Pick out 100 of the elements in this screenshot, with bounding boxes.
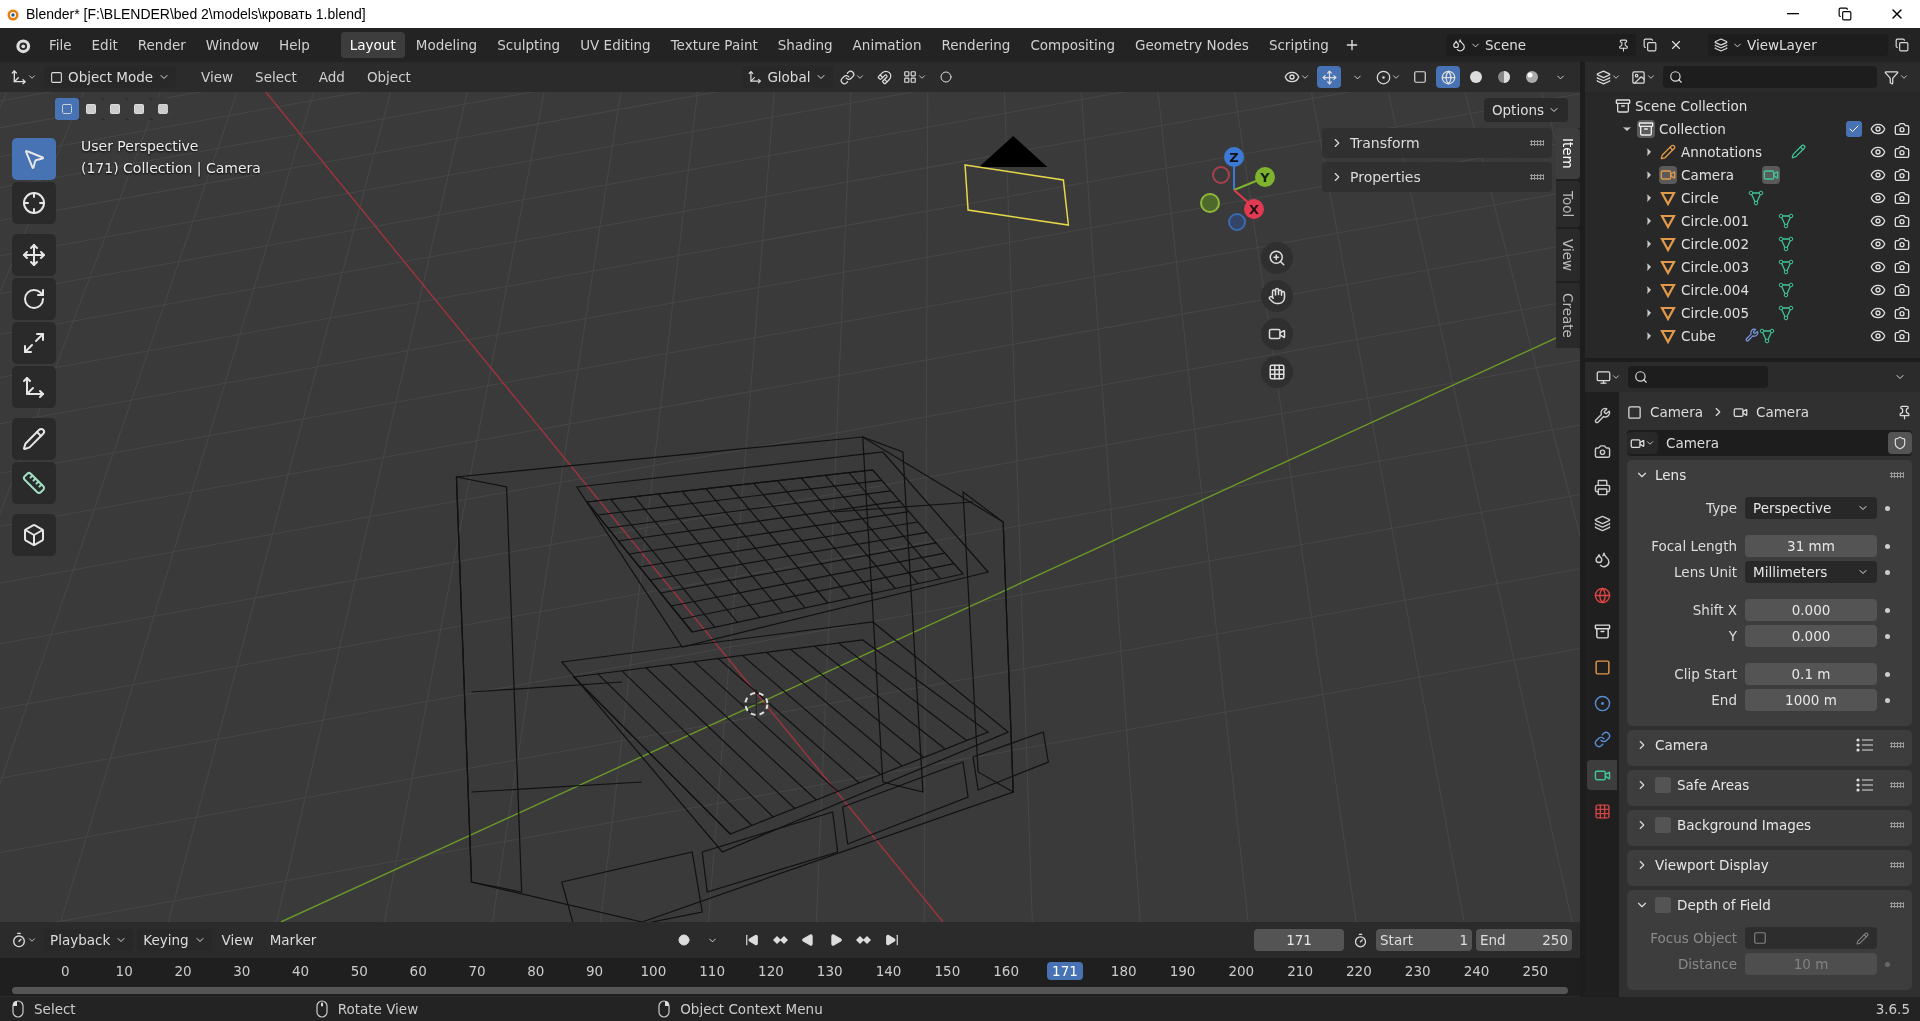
frame-number: 200	[1228, 963, 1255, 979]
viewport-info-text: User Perspective	[81, 138, 200, 154]
sidebar-panel-header[interactable]: Properties	[1322, 162, 1552, 192]
field-label: Focal Length	[1650, 538, 1737, 554]
end-frame-field[interactable]: End 250	[1476, 929, 1572, 951]
current-frame-marker[interactable]: 171	[1047, 962, 1083, 980]
frame-number: 10	[115, 963, 133, 979]
field-label: End	[1479, 932, 1507, 948]
status-hint: Object Context Menu	[680, 1001, 823, 1017]
frame-number: 240	[1463, 963, 1490, 979]
axis-gizmo[interactable]: Z Y X	[1198, 142, 1308, 242]
current-frame-field[interactable]: 171	[1254, 929, 1344, 951]
sidebar-tab[interactable]: Tool	[1556, 180, 1580, 227]
dropdown[interactable]: Perspective	[1745, 497, 1877, 519]
panel-header[interactable]: Viewport Display	[1627, 850, 1912, 880]
outliner-item[interactable]: Circle.003	[1681, 258, 1749, 275]
orientation-dropdown[interactable]: Global	[742, 66, 834, 88]
workspace-tab[interactable]: Rendering	[932, 32, 1020, 58]
field-label: Shift X	[1691, 602, 1737, 618]
breadcrumb-item: Camera	[1756, 404, 1809, 420]
outliner-item[interactable]: Annotations	[1681, 143, 1763, 160]
frame-number: 140	[875, 963, 902, 979]
workspace-tab[interactable]: Layout	[340, 32, 405, 58]
frame-number: 210	[1287, 963, 1313, 979]
workspace-tab[interactable]: Scripting	[1259, 32, 1338, 58]
workspace-tab[interactable]: UV Editing	[571, 32, 660, 58]
outliner-item[interactable]: Circle.004	[1681, 281, 1749, 298]
workspace-tab[interactable]: Shading	[768, 32, 842, 58]
number-field[interactable]: 31 mm	[1745, 535, 1877, 557]
menu-item[interactable]: Select	[246, 64, 306, 90]
mode-dropdown[interactable]: Object Mode	[44, 66, 177, 88]
options-dropdown[interactable]: Options	[1483, 98, 1568, 122]
workspace-tab[interactable]: Geometry Nodes	[1126, 32, 1258, 58]
frame-number: 100	[640, 963, 667, 979]
viewport-info-text: (171) Collection | Camera	[81, 160, 261, 176]
sidebar-tab[interactable]: View	[1556, 228, 1580, 281]
status-hint: Rotate View	[337, 1001, 419, 1017]
outliner-item[interactable]: Circle.002	[1681, 235, 1749, 252]
menu-item[interactable]: Window	[196, 32, 269, 58]
view-layer-selector[interactable]: ViewLayer	[1708, 34, 1888, 56]
panel-header[interactable]: Safe Areas	[1627, 770, 1912, 800]
field-value: 1	[1458, 932, 1469, 948]
frame-number: 150	[934, 963, 961, 979]
version-text: 3.6.5	[1875, 1001, 1910, 1017]
frame-number: 250	[1522, 963, 1549, 979]
frame-number: 160	[993, 963, 1020, 979]
outliner-item[interactable]: Circle	[1681, 189, 1719, 206]
timeline-menu[interactable]: Marker	[263, 929, 323, 951]
frame-number: 40	[292, 963, 310, 979]
number-field[interactable]: 0.1 m	[1745, 663, 1877, 685]
menu-item[interactable]: Help	[270, 32, 319, 58]
sidebar-tab[interactable]: Item	[1556, 128, 1580, 179]
panel-header[interactable]: Depth of Field	[1627, 890, 1912, 920]
workspace-tab[interactable]: Modeling	[406, 32, 487, 58]
frame-number: 120	[758, 963, 784, 979]
menu-item[interactable]: View	[192, 64, 243, 90]
frame-number: 0	[61, 963, 70, 979]
sidebar-tab[interactable]: Create	[1556, 283, 1580, 348]
workspace-tab[interactable]: Animation	[843, 32, 931, 58]
timeline-menu[interactable]: Playback	[44, 929, 134, 951]
number-field[interactable]: 1000 m	[1745, 689, 1877, 711]
outliner-item[interactable]: Scene Collection	[1635, 97, 1748, 114]
menu-item[interactable]: File	[40, 32, 81, 58]
number-field[interactable]: 0.000	[1745, 625, 1877, 647]
timeline-menu[interactable]: View	[215, 929, 260, 951]
field-label: Start	[1379, 932, 1414, 948]
sidebar-panel-header[interactable]: Transform	[1322, 128, 1552, 158]
frame-number: 50	[350, 963, 368, 979]
panel-header[interactable]: Lens	[1627, 460, 1912, 490]
scene-selector[interactable]: Scene	[1446, 34, 1636, 56]
menu-item[interactable]: Object	[357, 64, 420, 90]
frame-number: 180	[1110, 963, 1137, 979]
outliner-item[interactable]: Circle.001	[1681, 212, 1749, 229]
frame-number: 90	[585, 963, 604, 979]
menu-item[interactable]: Add	[309, 64, 354, 90]
dropdown[interactable]: Millimeters	[1745, 561, 1877, 583]
panel-header[interactable]: Background Images	[1627, 810, 1912, 840]
number-field[interactable]: 0.000	[1745, 599, 1877, 621]
menu-item[interactable]: Edit	[82, 32, 127, 58]
window-title: Blender* [F:\BLENDER\bed 2\models\кровать 1.blend]	[26, 6, 367, 22]
outliner-item[interactable]: Circle.005	[1681, 304, 1749, 321]
field-label: Type	[1705, 500, 1737, 516]
timeline-menu[interactable]: Keying	[137, 929, 212, 951]
outliner-item[interactable]: Camera	[1681, 166, 1734, 183]
field-label: End	[1710, 692, 1737, 708]
outliner-item[interactable]: Cube	[1681, 327, 1716, 344]
start-frame-field[interactable]: Start 1	[1376, 929, 1472, 951]
frame-number: 190	[1169, 963, 1196, 979]
field-label: Clip Start	[1673, 666, 1737, 682]
frame-number: 80	[527, 963, 545, 979]
outliner-item[interactable]: Collection	[1659, 120, 1726, 137]
panel-header[interactable]: Camera	[1627, 730, 1912, 760]
menu-item[interactable]: Render	[128, 32, 195, 58]
breadcrumb-item: Camera	[1650, 404, 1703, 420]
workspace-tab[interactable]: Texture Paint	[661, 32, 767, 58]
workspace-tab[interactable]: Sculpting	[488, 32, 570, 58]
frame-number: 30	[233, 963, 251, 979]
workspace-tab[interactable]: Compositing	[1021, 32, 1124, 58]
frame-number: 20	[174, 963, 192, 979]
field-label: Y	[1727, 628, 1737, 644]
